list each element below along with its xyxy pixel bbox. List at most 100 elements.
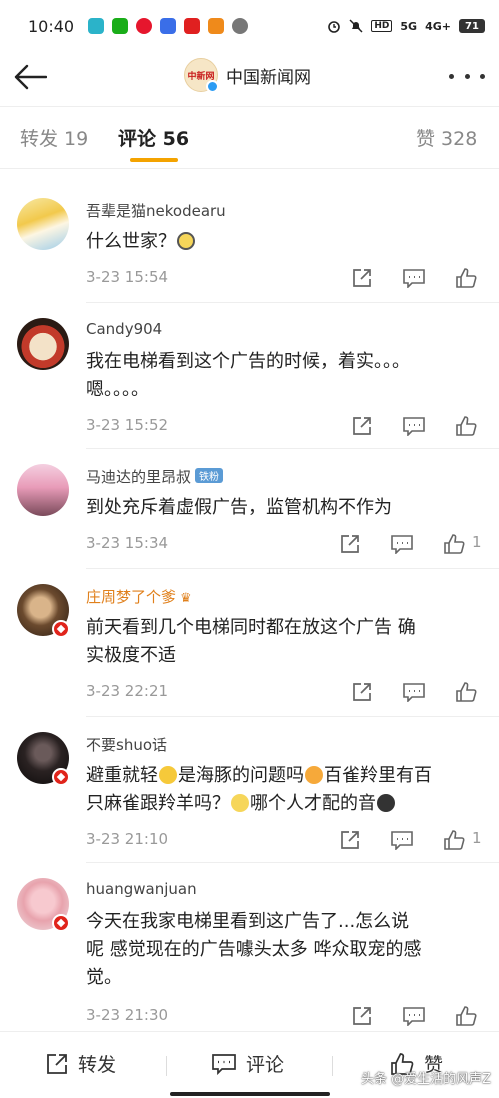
crying-emoji-icon bbox=[305, 766, 323, 784]
reply-button[interactable] bbox=[390, 532, 414, 556]
share-button[interactable] bbox=[338, 828, 362, 852]
account-name: 中国新闻网 bbox=[226, 67, 311, 88]
crown-icon: ♛ bbox=[180, 591, 192, 606]
like-count: 1 bbox=[472, 829, 482, 847]
more-dot bbox=[449, 73, 454, 79]
share-icon bbox=[353, 269, 371, 287]
signal-5g: 5G bbox=[400, 19, 418, 33]
thumbs-up-icon bbox=[456, 268, 477, 288]
comment-text-line: 前天看到几个电梯同时都在放这个广告 确 bbox=[86, 617, 416, 638]
wechat-pay-icon bbox=[112, 18, 128, 34]
thumbs-up-icon bbox=[456, 416, 477, 436]
news-app-icon bbox=[184, 18, 200, 34]
vip-flag-icon bbox=[52, 914, 70, 932]
comment-text: 前天看到几个电梯同时都在放这个广告 确 实极度不适 bbox=[86, 614, 481, 670]
cool-emoji-icon bbox=[377, 794, 395, 812]
arrow-left-icon bbox=[14, 64, 47, 90]
comment-username[interactable]: Candy904 bbox=[86, 320, 162, 338]
smirk-emoji-icon bbox=[159, 766, 177, 784]
comment-text-line: 实极度不适 bbox=[86, 645, 176, 666]
battery-icon: 71 bbox=[459, 19, 485, 33]
like-button[interactable] bbox=[454, 266, 478, 290]
share-button[interactable] bbox=[350, 680, 374, 704]
more-button[interactable] bbox=[449, 66, 485, 86]
comment-time: 3-23 15:54 bbox=[86, 268, 169, 286]
account-title[interactable]: 中新网 中国新闻网 bbox=[184, 58, 311, 93]
comment-icon bbox=[391, 831, 413, 850]
comment-time: 3-23 22:21 bbox=[86, 682, 169, 700]
chat-icon bbox=[232, 18, 248, 34]
thumbs-up-icon bbox=[444, 534, 465, 554]
reply-button[interactable] bbox=[402, 680, 426, 704]
comment-actions bbox=[336, 1004, 486, 1028]
comment-username[interactable]: 庄周梦了个爹 ♛ bbox=[86, 586, 192, 607]
repost-label: 转发 bbox=[78, 1054, 117, 1076]
comment-icon bbox=[403, 683, 425, 702]
comment-text-line: 今天在我家电梯里看到这广告了...怎么说 bbox=[86, 911, 410, 932]
clap-emoji-icon bbox=[231, 794, 249, 812]
share-button[interactable] bbox=[350, 266, 374, 290]
share-button[interactable] bbox=[338, 532, 362, 556]
baidu-icon bbox=[160, 18, 176, 34]
tab-active-indicator bbox=[130, 158, 178, 162]
comment-username[interactable]: huangwanjuan bbox=[86, 880, 197, 898]
comment-actions: 1 bbox=[336, 532, 486, 556]
comment-divider bbox=[86, 448, 499, 449]
like-button[interactable] bbox=[454, 1004, 478, 1028]
more-dot bbox=[480, 73, 485, 79]
avatar[interactable] bbox=[17, 464, 69, 516]
hd-indicator: HD bbox=[371, 20, 393, 32]
comment-icon bbox=[391, 535, 413, 554]
comment-text-segment: 百雀羚里有百 bbox=[324, 765, 432, 786]
comment-text: 避重就轻 是海豚的问题吗 百雀羚里有百 只麻雀跟羚羊吗？ 哪个人才配的音 bbox=[86, 762, 481, 818]
comment-actions bbox=[336, 680, 486, 704]
comment-icon bbox=[403, 417, 425, 436]
like-button[interactable] bbox=[442, 532, 466, 556]
tab-repost[interactable]: 转发 19 bbox=[20, 124, 88, 151]
comment-button[interactable]: 评论 bbox=[212, 1050, 284, 1077]
reply-button[interactable] bbox=[402, 1004, 426, 1028]
repost-button[interactable]: 转发 bbox=[46, 1050, 116, 1077]
reply-button[interactable] bbox=[402, 266, 426, 290]
top-header: 中新网 中国新闻网 bbox=[0, 52, 499, 102]
bottom-action-bar: 转发 评论 赞 bbox=[0, 1031, 499, 1098]
comment-item: 不要shuo话 避重就轻 是海豚的问题吗 百雀羚里有百 只麻雀跟羚羊吗？ 哪个人才配的… bbox=[0, 724, 499, 862]
comment-username[interactable]: 马迪达的里昂叔 铁粉 bbox=[86, 466, 224, 487]
thumbs-up-icon bbox=[456, 1006, 477, 1026]
like-button[interactable] bbox=[454, 680, 478, 704]
avatar[interactable] bbox=[17, 318, 69, 370]
comment-username[interactable]: 不要shuo话 bbox=[86, 734, 167, 755]
comment-divider bbox=[86, 862, 499, 863]
comment-username[interactable]: 吾辈是猫nekodearu bbox=[86, 200, 226, 221]
comment-text-segment: 哪个人才配的音 bbox=[250, 793, 376, 814]
home-indicator[interactable] bbox=[170, 1092, 330, 1096]
vip-flag-icon bbox=[52, 768, 70, 786]
username-text: 庄周梦了个爹 bbox=[86, 588, 177, 606]
bar-separator bbox=[332, 1056, 333, 1076]
avatar[interactable] bbox=[17, 198, 69, 250]
tab-like[interactable]: 赞 328 bbox=[416, 124, 477, 151]
comment-text: 到处充斥着虚假广告，监管机构不作为 bbox=[86, 497, 392, 518]
comment-text-segment: 避重就轻 bbox=[86, 765, 158, 786]
comment-divider bbox=[86, 302, 499, 303]
comment-text-line: 呢 感觉现在的广告噱头太多 哗众取宠的感 bbox=[86, 939, 422, 960]
reply-button[interactable] bbox=[390, 828, 414, 852]
like-count: 1 bbox=[472, 533, 482, 551]
share-button[interactable] bbox=[350, 1004, 374, 1028]
reply-button[interactable] bbox=[402, 414, 426, 438]
tab-comment[interactable]: 评论 56 bbox=[118, 124, 189, 151]
comment-icon bbox=[403, 1007, 425, 1026]
account-logo: 中新网 bbox=[184, 58, 219, 93]
comment-icon bbox=[403, 269, 425, 288]
comment-item: 庄周梦了个爹 ♛ 前天看到几个电梯同时都在放这个广告 确 实极度不适 3-23 2… bbox=[0, 576, 499, 716]
like-button[interactable] bbox=[454, 414, 478, 438]
comment-time: 3-23 21:10 bbox=[86, 830, 169, 848]
like-button[interactable] bbox=[442, 828, 466, 852]
comment-text-line: 嗯。。。。 bbox=[86, 379, 149, 400]
back-button[interactable] bbox=[12, 60, 48, 94]
comment-text-line: 觉。 bbox=[86, 967, 122, 988]
thumbs-up-icon bbox=[444, 830, 465, 850]
share-button[interactable] bbox=[350, 414, 374, 438]
share-icon bbox=[341, 831, 359, 849]
comment-item: Candy904 我在电梯看到这个广告的时候，着实。。。 嗯。。。。 3-23 … bbox=[0, 310, 499, 450]
